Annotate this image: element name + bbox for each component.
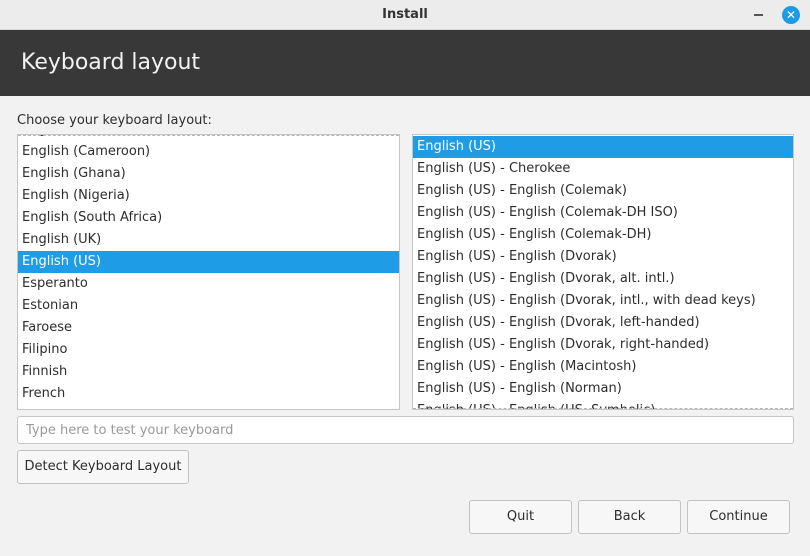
variant-list-item[interactable]: English (US) - English (Colemak-DH) (413, 224, 793, 246)
variant-list-item[interactable]: English (US) - English (Colemak-DH ISO) (413, 202, 793, 224)
variant-list-item[interactable]: English (US) - English (Norman) (413, 378, 793, 400)
page-title: Keyboard layout (21, 50, 201, 75)
layout-list-item[interactable]: English (South Africa) (18, 207, 399, 229)
variant-list-item[interactable]: English (US) - English (Dvorak, alt. int… (413, 268, 793, 290)
layout-prompt: Choose your keyboard layout: (17, 113, 212, 128)
layout-list-items: English (Australian)English (Cameroon)En… (18, 135, 399, 405)
layout-list-item[interactable]: English (Cameroon) (18, 141, 399, 163)
layout-list-item[interactable]: Filipino (18, 339, 399, 361)
layout-list-item[interactable]: English (UK) (18, 229, 399, 251)
layout-list[interactable]: English (Australian)English (Cameroon)En… (17, 134, 400, 410)
layout-list-item[interactable]: English (Ghana) (18, 163, 399, 185)
title-bar: Install ✕ (0, 0, 810, 30)
variant-list[interactable]: English (US) English (US) - Cherokee Engli… (412, 134, 794, 410)
variant-list-item[interactable]: English (US) - English (Dvorak, intl., w… (413, 290, 793, 312)
layout-list-item[interactable]: English (US) (18, 251, 399, 273)
layout-list-item[interactable]: Estonian (18, 295, 399, 317)
detect-layout-button[interactable]: Detect Keyboard Layout (17, 450, 189, 484)
window-title: Install (382, 7, 428, 22)
layout-list-item[interactable]: Esperanto (18, 273, 399, 295)
close-icon[interactable]: ✕ (782, 6, 800, 24)
variant-list-item[interactable]: English (US) - English (Colemak) (413, 180, 793, 202)
minimize-icon[interactable] (750, 6, 768, 24)
page-header: Keyboard layout (0, 30, 810, 96)
continue-button[interactable]: Continue (687, 500, 790, 534)
variant-list-item[interactable]: English (US) - Cherokee (413, 158, 793, 180)
variant-list-item[interactable]: English (US) - English (Macintosh) (413, 356, 793, 378)
layout-list-item[interactable]: French (18, 383, 399, 405)
layout-list-item[interactable]: Finnish (18, 361, 399, 383)
scroll-indicator-bottom (413, 408, 793, 409)
quit-button[interactable]: Quit (469, 500, 572, 534)
layout-list-item[interactable]: Faroese (18, 317, 399, 339)
variant-list-items: English (US) English (US) - Cherokee Engli… (413, 136, 793, 409)
keyboard-test-input[interactable] (17, 416, 794, 444)
layout-list-item[interactable]: English (Nigeria) (18, 185, 399, 207)
scroll-indicator-top (18, 135, 399, 136)
variant-list-item[interactable]: English (US) - English (Dvorak) (413, 246, 793, 268)
back-button[interactable]: Back (578, 500, 681, 534)
variant-list-item[interactable]: English (US) (413, 136, 793, 158)
variant-list-item[interactable]: English (US) - English (Dvorak, right-ha… (413, 334, 793, 356)
variant-list-item[interactable]: English (US) - English (Dvorak, left-han… (413, 312, 793, 334)
